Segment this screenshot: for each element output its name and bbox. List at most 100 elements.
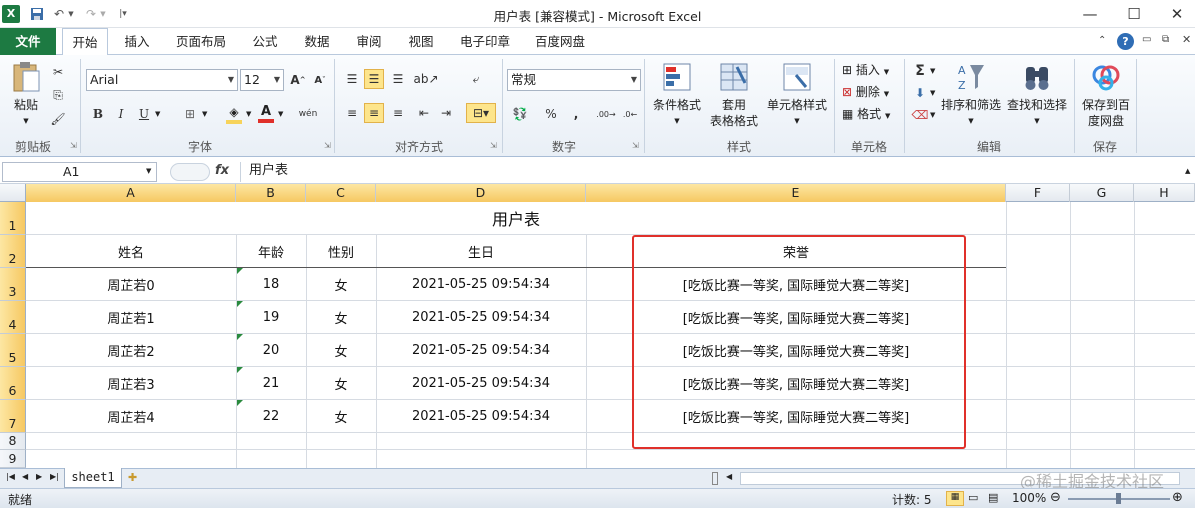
italic-button[interactable]: I xyxy=(111,104,131,124)
column-header-f[interactable]: F xyxy=(1006,184,1070,202)
align-left-icon[interactable]: ≡ xyxy=(342,103,362,123)
currency-icon[interactable]: 💱 xyxy=(510,104,530,124)
decrease-decimal-icon[interactable]: .0← xyxy=(620,104,640,124)
tab-view[interactable]: 视图 xyxy=(399,28,443,55)
alignment-launcher-icon[interactable]: ⇲ xyxy=(490,141,497,150)
cell-gender[interactable]: 女 xyxy=(306,367,376,399)
workbook-restore-icon[interactable]: ⧉ xyxy=(1162,34,1169,45)
maximize-icon[interactable]: ☐ xyxy=(1117,2,1151,26)
header-cell-name[interactable]: 姓名 xyxy=(26,235,236,267)
increase-decimal-icon[interactable]: .00→ xyxy=(596,104,616,124)
error-indicator-icon[interactable] xyxy=(237,367,243,373)
row-header-5[interactable]: 5 xyxy=(0,334,26,367)
fill-icon[interactable]: ⬇ xyxy=(910,83,930,103)
cell-age[interactable]: 19 xyxy=(236,301,306,333)
scroll-left-icon[interactable]: ◀ xyxy=(726,472,732,481)
underline-dropdown-icon[interactable]: ▼ xyxy=(155,110,160,118)
normal-view-icon[interactable]: ▦ xyxy=(946,491,964,506)
fill-down-dropdown-icon[interactable]: ▼ xyxy=(930,89,935,97)
tab-baidu-netdisk[interactable]: 百度网盘 xyxy=(527,28,593,55)
tab-home[interactable]: 开始 xyxy=(62,28,108,56)
fill-dropdown-icon[interactable]: ▼ xyxy=(246,110,251,118)
delete-cells-button[interactable]: ⊠ 删除 ▼ xyxy=(842,83,889,100)
font-color-dropdown-icon[interactable]: ▼ xyxy=(278,110,283,118)
tab-page-layout[interactable]: 页面布局 xyxy=(168,28,234,55)
percent-button[interactable]: % xyxy=(541,104,561,124)
new-sheet-icon[interactable]: ✚ xyxy=(128,471,137,484)
first-sheet-icon[interactable]: |◀ xyxy=(6,472,15,481)
cell-birthday[interactable]: 2021-05-25 09:54:34 xyxy=(376,400,586,432)
header-cell-birthday[interactable]: 生日 xyxy=(376,235,586,267)
next-sheet-icon[interactable]: ▶ xyxy=(36,472,42,481)
tab-e-seal[interactable]: 电子印章 xyxy=(452,28,518,55)
name-box-dropdown-icon[interactable]: ▼ xyxy=(146,167,151,175)
fx-button[interactable]: fx xyxy=(215,163,229,178)
row-header-4[interactable]: 4 xyxy=(0,301,26,334)
cell-name[interactable]: 周芷若2 xyxy=(26,334,236,366)
row-header-7[interactable]: 7 xyxy=(0,400,26,433)
cell-age[interactable]: 18 xyxy=(236,268,306,300)
clipboard-launcher-icon[interactable]: ⇲ xyxy=(70,141,77,150)
select-all-button[interactable] xyxy=(0,184,26,202)
formula-input[interactable]: 用户表 xyxy=(240,162,1192,182)
zoom-out-icon[interactable]: ⊖ xyxy=(1050,490,1061,505)
border-icon[interactable]: ⊞ xyxy=(180,104,200,124)
row-header-6[interactable]: 6 xyxy=(0,367,26,400)
name-box[interactable]: A1 xyxy=(2,162,157,182)
font-color-icon[interactable]: A xyxy=(256,104,276,124)
font-name-combo[interactable]: Arial ▼ xyxy=(86,69,238,91)
cell-name[interactable]: 周芷若3 xyxy=(26,367,236,399)
cell-birthday[interactable]: 2021-05-25 09:54:34 xyxy=(376,334,586,366)
zoom-level[interactable]: 100% xyxy=(1012,491,1046,505)
merge-center-icon[interactable]: ⊟▾ xyxy=(466,103,496,123)
underline-button[interactable]: U xyxy=(134,104,154,124)
page-layout-view-icon[interactable]: ▭ xyxy=(968,491,978,504)
row-header-3[interactable]: 3 xyxy=(0,268,26,301)
border-dropdown-icon[interactable]: ▼ xyxy=(202,110,207,118)
clear-dropdown-icon[interactable]: ▼ xyxy=(930,111,935,119)
align-bottom-icon[interactable]: ☰ xyxy=(388,69,408,89)
phonetic-icon[interactable]: wén xyxy=(298,104,318,124)
save-to-netdisk-button[interactable]: 保存到百 度网盘 xyxy=(1078,61,1134,129)
zoom-in-icon[interactable]: ⊕ xyxy=(1172,490,1183,505)
clear-icon[interactable]: ⌫ xyxy=(910,105,930,125)
sheet-title-cell[interactable]: 用户表 xyxy=(26,202,1006,234)
minimize-icon[interactable]: — xyxy=(1073,2,1107,26)
error-indicator-icon[interactable] xyxy=(237,268,243,274)
align-right-icon[interactable]: ≡ xyxy=(388,103,408,123)
error-indicator-icon[interactable] xyxy=(237,334,243,340)
cell-name[interactable]: 周芷若4 xyxy=(26,400,236,432)
expand-formula-icon[interactable]: ▲ xyxy=(1185,167,1190,175)
column-header-h[interactable]: H xyxy=(1134,184,1195,202)
tab-formulas[interactable]: 公式 xyxy=(243,28,287,55)
column-header-e[interactable]: E xyxy=(586,184,1006,202)
header-cell-age[interactable]: 年龄 xyxy=(236,235,306,267)
cell-gender[interactable]: 女 xyxy=(306,400,376,432)
row-header-2[interactable]: 2 xyxy=(0,235,26,268)
column-header-g[interactable]: G xyxy=(1070,184,1134,202)
help-icon[interactable]: ? xyxy=(1117,33,1134,50)
align-top-icon[interactable]: ☰ xyxy=(342,69,362,89)
comma-button[interactable]: , xyxy=(566,104,586,124)
zoom-slider-thumb[interactable] xyxy=(1116,493,1121,504)
wrap-text-icon[interactable]: ⤶ xyxy=(466,69,486,89)
split-handle[interactable] xyxy=(712,472,718,485)
tab-file[interactable]: 文件 xyxy=(0,28,56,55)
orientation-icon[interactable]: ab↗ xyxy=(413,69,438,89)
align-middle-icon[interactable]: ☰ xyxy=(364,69,384,89)
close-icon[interactable]: ✕ xyxy=(1160,2,1194,26)
cell-age[interactable]: 22 xyxy=(236,400,306,432)
autosum-button[interactable]: Σ xyxy=(910,61,930,81)
cell-styles-button[interactable]: 单元格样式 ▼ xyxy=(764,61,830,129)
increase-indent-icon[interactable]: ⇥ xyxy=(436,103,456,123)
paste-button[interactable]: 粘贴 ▼ xyxy=(6,61,46,129)
cell-age[interactable]: 20 xyxy=(236,334,306,366)
column-header-d[interactable]: D xyxy=(376,184,586,202)
tab-review[interactable]: 审阅 xyxy=(347,28,391,55)
shrink-font-icon[interactable]: Aˇ xyxy=(310,70,330,90)
cell-name[interactable]: 周芷若0 xyxy=(26,268,236,300)
cell-age[interactable]: 21 xyxy=(236,367,306,399)
sort-filter-button[interactable]: AZ 排序和筛选 ▼ xyxy=(938,61,1004,129)
cell-birthday[interactable]: 2021-05-25 09:54:34 xyxy=(376,301,586,333)
format-painter-icon[interactable]: 🖌 xyxy=(48,109,68,129)
